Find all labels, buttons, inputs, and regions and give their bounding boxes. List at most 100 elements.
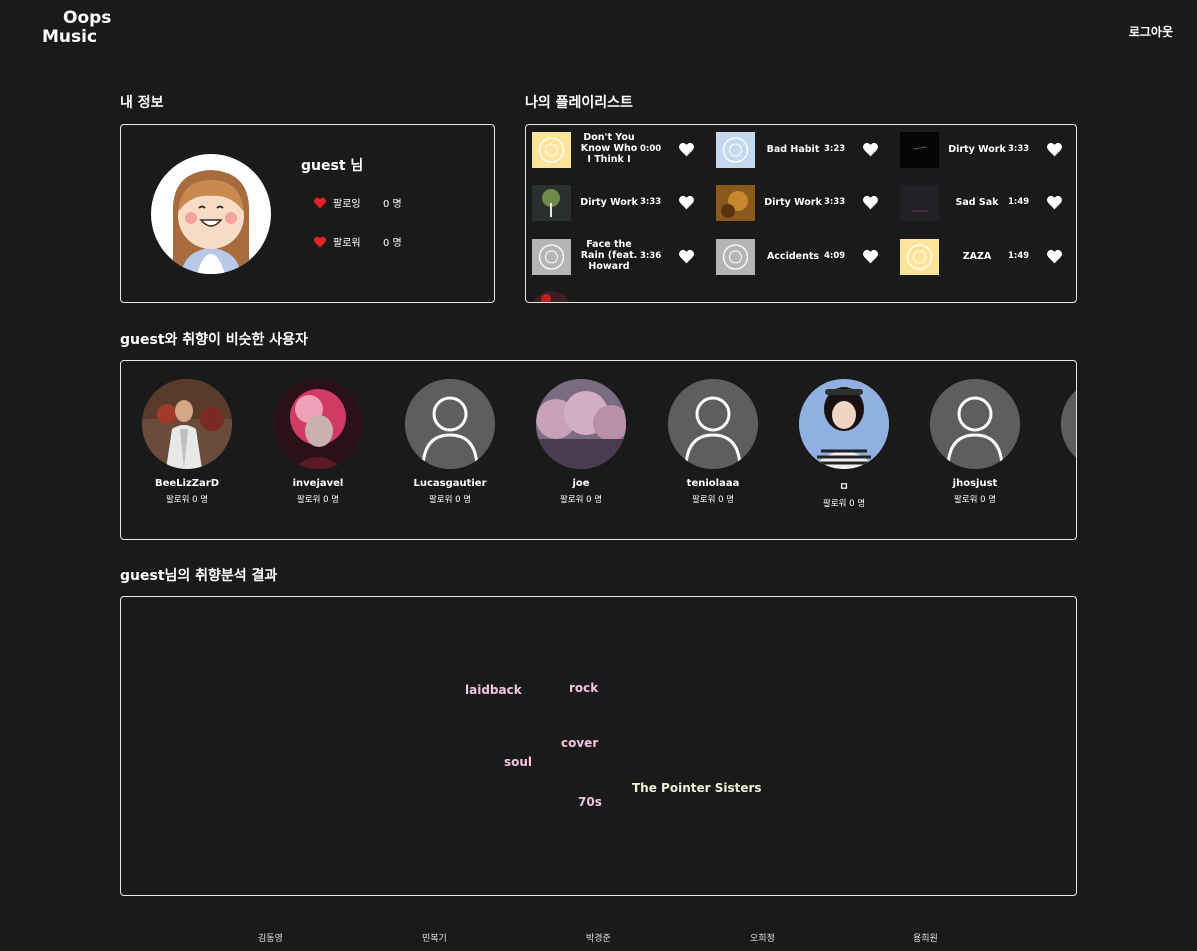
track-title: Dirty Work [764, 197, 822, 208]
heart-icon[interactable] [1046, 249, 1063, 264]
footer-name: 박경준 [586, 934, 611, 944]
track-title: Face the Rain (feat. Howard [580, 239, 638, 272]
album-art [900, 132, 939, 168]
album-art [532, 291, 571, 302]
album-art [900, 239, 939, 275]
tag-word: soul [504, 755, 533, 769]
footer-name: 오희정 [750, 934, 775, 944]
user-card[interactable]: Lucasgautier 팔로워 0 명 [390, 379, 510, 505]
album-art [716, 239, 755, 275]
heart-icon[interactable] [678, 195, 695, 210]
user-followers: 팔로워 0 명 [953, 495, 997, 505]
tag-word: cover [561, 736, 599, 750]
track-title: Dirty Work [580, 197, 638, 208]
user-name: teniolaaa [686, 478, 740, 489]
playlist-track[interactable]: Sad Sak 1:49 [894, 183, 1070, 223]
tag-word: laidback [465, 683, 522, 697]
tag-word: 70s [578, 795, 602, 809]
track-duration: 3:33 [824, 197, 846, 207]
album-art [532, 185, 571, 221]
heart-icon [314, 236, 326, 247]
heart-icon[interactable] [678, 142, 695, 157]
user-card[interactable]: ㅁ 팔로워 0 명 [784, 379, 904, 509]
heart-icon[interactable] [862, 142, 879, 157]
user-card[interactable]: teniolaaa 팔로워 0 명 [653, 379, 773, 505]
playlist-track[interactable]: Dirty Work 3:33 [894, 130, 1070, 170]
my-avatar [151, 154, 271, 274]
heart-icon [314, 197, 326, 208]
similar-users-panel: BeeLizZarD 팔로워 0 명 invejavel 팔로워 0 명 Luc… [120, 360, 1077, 540]
album-art [716, 132, 755, 168]
user-followers: 팔로워 0 명 [559, 495, 603, 505]
playlist-track[interactable]: Face the Rain (feat. Howard 3:36 [526, 237, 702, 277]
track-title: Bad Habit [766, 144, 820, 155]
album-art [900, 185, 939, 221]
track-duration: 4:09 [824, 251, 846, 261]
track-duration: 3:33 [1008, 144, 1030, 154]
default-avatar-icon [930, 379, 1020, 469]
playlist-track[interactable]: Don't You Know Who I Think I 0:00 [526, 130, 702, 170]
following-stat[interactable]: 팔로잉 0 명 [313, 195, 402, 210]
followers-stat[interactable]: 팔로워 0 명 [313, 234, 402, 249]
default-avatar-icon [668, 379, 758, 469]
avatar [142, 379, 232, 469]
default-avatar-icon [405, 379, 495, 469]
album-art [532, 132, 571, 168]
user-card[interactable]: invejavel 팔로워 0 명 [258, 379, 378, 505]
track-title: Accidents [766, 251, 820, 262]
my-info-panel: guest 님 팔로잉 0 명 팔로워 0 명 [120, 124, 495, 303]
track-title: Dirty Work [948, 144, 1006, 155]
logo-line-1: Oops [63, 8, 112, 28]
user-name: invejavel [292, 478, 344, 489]
following-value: 0 명 [383, 199, 402, 210]
user-followers: 팔로워 0 명 [428, 495, 472, 505]
user-name: jhosjust [952, 478, 998, 489]
avatar [273, 379, 363, 469]
track-duration: 3:33 [640, 197, 662, 207]
track-title: Don't You Know Who I Think I [580, 132, 638, 165]
heart-icon[interactable] [1046, 195, 1063, 210]
heart-icon[interactable] [678, 249, 695, 264]
footer-name: 용희원 [913, 934, 938, 944]
track-duration: 0:00 [640, 144, 662, 154]
user-followers: 팔로워 0 명 [822, 499, 866, 509]
analysis-title: guest님의 취향분석 결과 [120, 568, 278, 584]
analysis-wordcloud: laidback rock cover soul The Pointer Sis… [120, 596, 1077, 896]
playlist-title: 나의 플레이리스트 [525, 95, 633, 111]
similar-users-title: guest와 취향이 비슷한 사용자 [120, 332, 308, 348]
heart-icon[interactable] [862, 249, 879, 264]
user-card[interactable]: jhosjust 팔로워 0 명 [915, 379, 1035, 505]
heart-icon[interactable] [862, 195, 879, 210]
playlist-track[interactable]: Dirty Work 3:33 [710, 183, 886, 223]
album-art [716, 185, 755, 221]
playlist-track[interactable]: Dirty Work 3:33 [526, 183, 702, 223]
default-avatar-icon [1061, 379, 1076, 469]
my-name: guest 님 [301, 158, 364, 174]
app-logo[interactable]: Oops Music [42, 9, 111, 47]
footer-name: 민복기 [422, 934, 447, 944]
my-info-title: 내 정보 [120, 95, 164, 111]
track-duration: 1:49 [1008, 251, 1030, 261]
heart-icon[interactable] [1046, 142, 1063, 157]
track-title: Sad Sak [955, 197, 999, 208]
playlist-track[interactable]: Accidents 4:09 [710, 237, 886, 277]
footer-name: 김동영 [258, 934, 283, 944]
playlist-track[interactable]: ZAZA 1:49 [894, 237, 1070, 277]
user-name: Lucasgautier [413, 478, 487, 489]
tag-word: The Pointer Sisters [632, 781, 762, 795]
logo-line-2: Music [42, 27, 98, 47]
track-duration: 3:36 [640, 251, 662, 261]
user-name: BeeLizZarD [154, 478, 220, 489]
user-card[interactable]: joe 팔로워 0 명 [521, 379, 641, 505]
user-card[interactable]: BeeLizZarD 팔로워 0 명 [127, 379, 247, 505]
followers-value: 0 명 [383, 238, 402, 249]
logout-button[interactable]: 로그아웃 [1129, 23, 1173, 40]
playlist-panel: Don't You Know Who I Think I 0:00 Bad Ha… [525, 124, 1077, 303]
followers-label: 팔로워 [333, 238, 361, 249]
playlist-track[interactable]: Bad Habit 3:23 [710, 130, 886, 170]
user-card-partial[interactable] [1046, 379, 1076, 469]
track-duration: 1:49 [1008, 197, 1030, 207]
user-followers: 팔로워 0 명 [165, 495, 209, 505]
album-art [532, 239, 571, 275]
tag-word: rock [569, 681, 599, 695]
